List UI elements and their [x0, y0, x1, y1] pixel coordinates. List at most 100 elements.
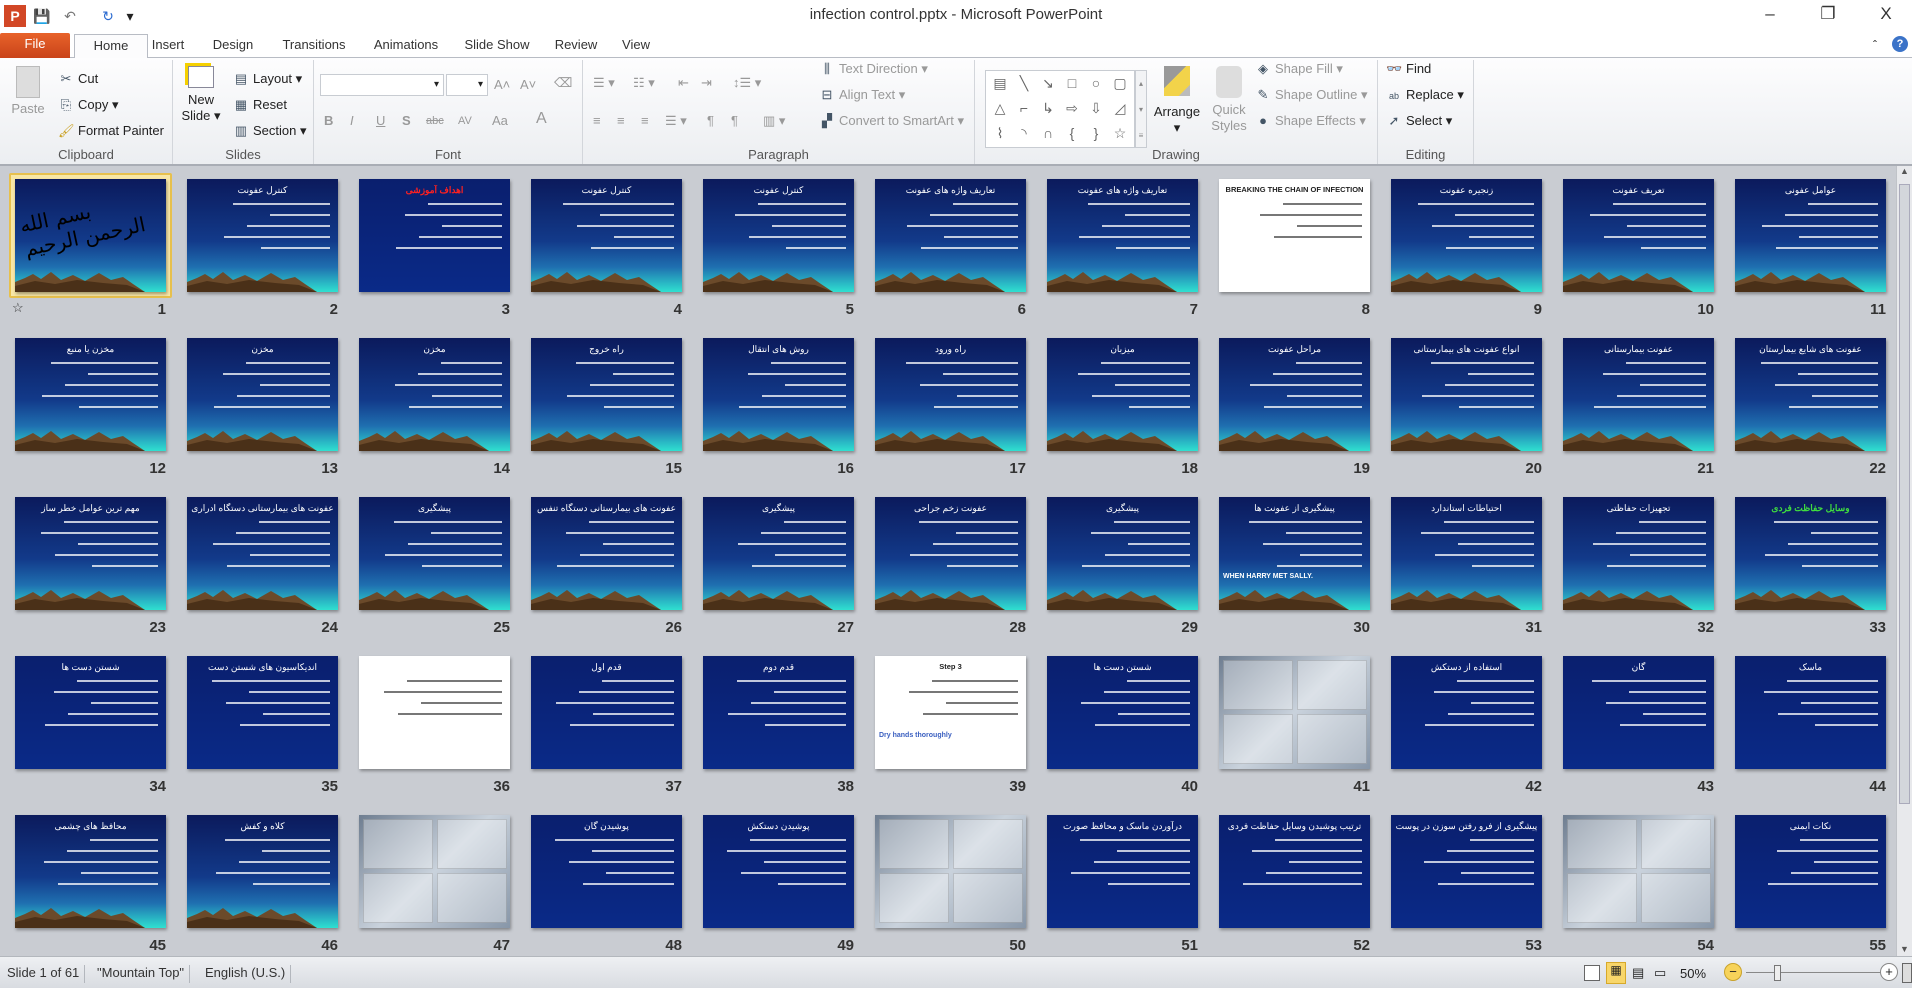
slide-thumbnail[interactable]: پوشیدن دستکش	[703, 815, 854, 928]
find-button[interactable]: 👓 Find	[1386, 60, 1431, 78]
align-text-button[interactable]: ⊟ Align Text ▾	[819, 86, 906, 104]
slide-thumbnail[interactable]: مخزن	[187, 338, 338, 451]
underline-button[interactable]: U	[376, 112, 385, 130]
slide-thumbnail[interactable]	[1219, 656, 1370, 769]
tab-home[interactable]: Home	[74, 34, 148, 59]
slide-thumbnail[interactable]: احتیاطات استاندارد	[1391, 497, 1542, 610]
slide-thumbnail[interactable]: پیشگیری از عفونت ها WHEN HARRY MET SALLY.	[1219, 497, 1370, 610]
align-center-button[interactable]: ≡	[617, 112, 625, 130]
reset-button[interactable]: ▦ Reset	[233, 96, 287, 114]
scroll-up-icon[interactable]: ▲	[1897, 166, 1912, 176]
section-button[interactable]: ▥ Section ▾	[233, 122, 307, 140]
clear-formatting-icon[interactable]: ⌫	[554, 74, 572, 92]
shape-option-icon[interactable]: ╲	[1014, 75, 1034, 92]
slide-thumbnail[interactable]	[1563, 815, 1714, 928]
shape-option-icon[interactable]: ∩	[1038, 125, 1058, 141]
shape-option-icon[interactable]: }	[1086, 125, 1106, 141]
tab-transitions[interactable]: Transitions	[270, 34, 358, 58]
slide-thumbnail[interactable]: محافظ های چشمی	[15, 815, 166, 928]
change-case-button[interactable]: Aa	[492, 112, 508, 130]
scroll-thumb[interactable]	[1899, 184, 1910, 804]
arrange-button[interactable]: Arrange ▾	[1151, 62, 1203, 136]
shape-option-icon[interactable]: ⇩	[1086, 100, 1106, 117]
slide-thumbnail[interactable]: کنترل عفونت	[531, 179, 682, 292]
replace-button[interactable]: ab Replace ▾	[1386, 86, 1464, 105]
justify-button[interactable]: ☰ ▾	[665, 112, 687, 130]
line-spacing-button[interactable]: ↕☰ ▾	[733, 74, 761, 92]
slide-thumbnail[interactable]: BREAKING THE CHAIN OF INFECTION	[1219, 179, 1370, 292]
zoom-slider-thumb[interactable]	[1774, 965, 1781, 981]
slide-thumbnail[interactable]: عفونت بیمارستانی	[1563, 338, 1714, 451]
reading-view-button[interactable]: ▤	[1632, 965, 1644, 981]
shape-option-icon[interactable]: ↳	[1038, 100, 1058, 117]
shape-option-icon[interactable]: □	[1062, 75, 1082, 91]
character-spacing-button[interactable]: AV	[458, 112, 472, 130]
shape-option-icon[interactable]: {	[1062, 125, 1082, 141]
tab-insert[interactable]: Insert	[140, 34, 196, 58]
slide-thumbnail[interactable]: اندیکاسیون های شستن دست	[187, 656, 338, 769]
restore-button[interactable]: ❐	[1808, 4, 1848, 28]
slide-thumbnail[interactable]: پوشیدن گان	[531, 815, 682, 928]
slide-thumbnail[interactable]: کلاه و کفش	[187, 815, 338, 928]
slide-thumbnail[interactable]: پیشگیری	[703, 497, 854, 610]
language[interactable]: English (U.S.)	[200, 965, 292, 983]
slide-thumbnail[interactable]: تعاریف واژه های عفونت	[1047, 179, 1198, 292]
slide-thumbnail[interactable]: ترتیب پوشیدن وسایل حفاظت فردی	[1219, 815, 1370, 928]
slide-thumbnail[interactable]: عوامل عفونی	[1735, 179, 1886, 292]
tab-view[interactable]: View	[612, 34, 660, 58]
scroll-down-icon[interactable]: ▼	[1897, 944, 1912, 954]
slide-show-button[interactable]: ▭	[1654, 965, 1666, 981]
zoom-level[interactable]: 50%	[1680, 966, 1706, 981]
increase-indent-button[interactable]: ⇥	[701, 74, 712, 92]
slide-thumbnail[interactable]: کنترل عفونت	[703, 179, 854, 292]
ltr-button[interactable]: ¶	[707, 112, 714, 130]
slide-thumbnail[interactable]: مخزن یا منبع	[15, 338, 166, 451]
copy-button[interactable]: ⎘ Copy ▾	[58, 96, 119, 114]
shape-option-icon[interactable]: △	[990, 100, 1010, 117]
slide-thumbnail[interactable]: پیشگیری	[1047, 497, 1198, 610]
font-name-select[interactable]: ▾	[320, 74, 444, 96]
slide-thumbnail[interactable]: روش های انتقال	[703, 338, 854, 451]
zoom-in-button[interactable]: +	[1880, 963, 1898, 981]
slide-thumbnail[interactable]: عفونت های بیمارستانی دستگاه تنفس	[531, 497, 682, 610]
layout-button[interactable]: ▤ Layout ▾	[233, 70, 302, 88]
shape-option-icon[interactable]: ⇨	[1062, 100, 1082, 117]
new-slide-button[interactable]: New Slide ▾	[181, 62, 221, 124]
select-button[interactable]: ➚ Select ▾	[1386, 112, 1453, 130]
quick-styles-button[interactable]: Quick Styles	[1207, 62, 1251, 134]
slide-thumbnail[interactable]: قدم اول	[531, 656, 682, 769]
align-left-button[interactable]: ≡	[593, 112, 601, 130]
shape-option-icon[interactable]: ◿	[1110, 100, 1130, 117]
text-direction-button[interactable]: ⫼ Text Direction ▾	[819, 60, 928, 78]
slide-sorter-view-button[interactable]: ▦	[1606, 962, 1626, 984]
shapes-gallery[interactable]: ▤ ╲ ↘ □ ○ ▢ △ ⌐ ↳ ⇨ ⇩ ◿ ⌇ ◝ ∩{} ☆	[985, 70, 1135, 148]
slide-thumbnail[interactable]	[875, 815, 1026, 928]
normal-view-button[interactable]	[1584, 965, 1600, 981]
transition-star-icon[interactable]: ☆	[12, 300, 24, 316]
shape-outline-button[interactable]: ✎ Shape Outline ▾	[1255, 86, 1368, 104]
zoom-slider[interactable]	[1746, 972, 1886, 973]
shadow-button[interactable]: S	[402, 112, 411, 130]
numbering-button[interactable]: ☷ ▾	[633, 74, 655, 92]
slide-thumbnail[interactable]: میزبان	[1047, 338, 1198, 451]
columns-button[interactable]: ▥ ▾	[763, 112, 785, 130]
minimize-button[interactable]: –	[1750, 4, 1790, 28]
format-painter-button[interactable]: 🖌 Format Painter	[58, 122, 164, 140]
slide-thumbnail[interactable]: مهم ترین عوامل خطر ساز	[15, 497, 166, 610]
cut-button[interactable]: ✂ Cut	[58, 70, 99, 88]
slide-thumbnail[interactable]: تعاریف واژه های عفونت	[875, 179, 1026, 292]
slide-thumbnail[interactable]: بسم الله الرحمن الرحیم	[15, 179, 166, 292]
decrease-indent-button[interactable]: ⇤	[678, 74, 689, 92]
shape-option-icon[interactable]: ○	[1086, 75, 1106, 91]
slide-thumbnail[interactable]: وسایل حفاظت فردی	[1735, 497, 1886, 610]
slide-thumbnail[interactable]: درآوردن ماسک و محافظ صورت	[1047, 815, 1198, 928]
slide-thumbnail[interactable]: گان	[1563, 656, 1714, 769]
shape-option-icon[interactable]: ▢	[1110, 75, 1130, 92]
tab-animations[interactable]: Animations	[362, 34, 450, 58]
slide-thumbnail[interactable]: انواع عفونت های بیمارستانی	[1391, 338, 1542, 451]
bold-button[interactable]: B	[324, 112, 333, 130]
zoom-out-button[interactable]: −	[1724, 963, 1742, 981]
slide-thumbnail[interactable]: زنجیره عفونت	[1391, 179, 1542, 292]
slide-thumbnail[interactable]	[359, 815, 510, 928]
tab-design[interactable]: Design	[200, 34, 266, 58]
